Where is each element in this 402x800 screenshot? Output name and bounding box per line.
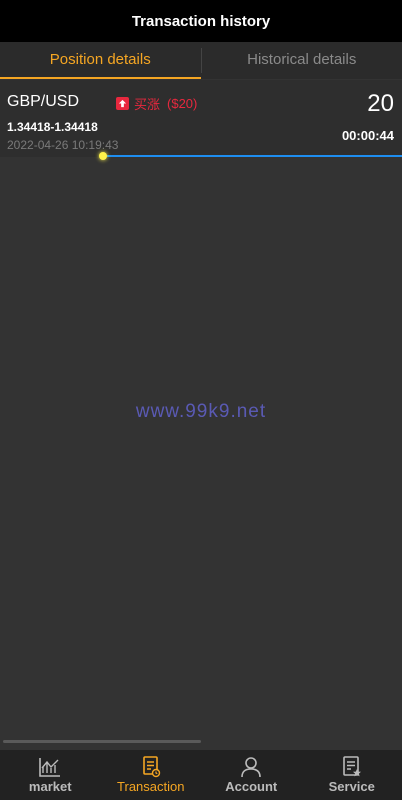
tab-historical-details[interactable]: Historical details	[201, 42, 402, 79]
page-title: Transaction history	[131, 12, 271, 30]
nav-label-transaction: Transaction	[117, 779, 185, 794]
nav-item-transaction[interactable]: Transaction	[101, 750, 202, 800]
nav-item-account[interactable]: Account	[201, 750, 302, 800]
symbol-label: GBP/USD	[7, 93, 80, 110]
progress-bar	[103, 155, 402, 157]
countdown-timer: 00:00:44	[341, 128, 394, 143]
nav-label-account: Account	[225, 779, 278, 794]
nav-label-market: market	[28, 779, 72, 794]
amount-label: ($20)	[167, 96, 198, 111]
open-time: 2022-04-26 10:19:43	[7, 138, 119, 152]
nav-label-service: Service	[328, 779, 375, 794]
nav-item-market[interactable]: market	[0, 750, 101, 800]
user-icon	[241, 757, 262, 778]
tab-position-details[interactable]: Position details	[0, 42, 201, 79]
price-range: 1.34418-1.34418	[7, 120, 98, 134]
direction-badge: 买涨 ($20)	[116, 94, 197, 113]
progress-indicator-dot	[99, 152, 107, 160]
tab-bar: Position details Historical details	[0, 42, 402, 79]
service-icon	[342, 756, 361, 777]
document-icon	[142, 756, 160, 778]
chart-icon	[39, 758, 61, 777]
bottom-nav: market Transaction Account Service	[0, 750, 402, 800]
header-bar: Transaction history	[0, 0, 402, 42]
up-arrow-icon	[116, 97, 129, 110]
direction-label: 买涨	[134, 97, 161, 112]
scrollbar[interactable]	[3, 740, 201, 743]
quantity-value: 20	[367, 90, 394, 117]
nav-item-service[interactable]: Service	[302, 750, 402, 800]
position-card[interactable]: GBP/USD 买涨 ($20) 20 1.34418-1.34418 00:0…	[0, 80, 402, 157]
watermark-text: www.99k9.net	[135, 401, 267, 422]
